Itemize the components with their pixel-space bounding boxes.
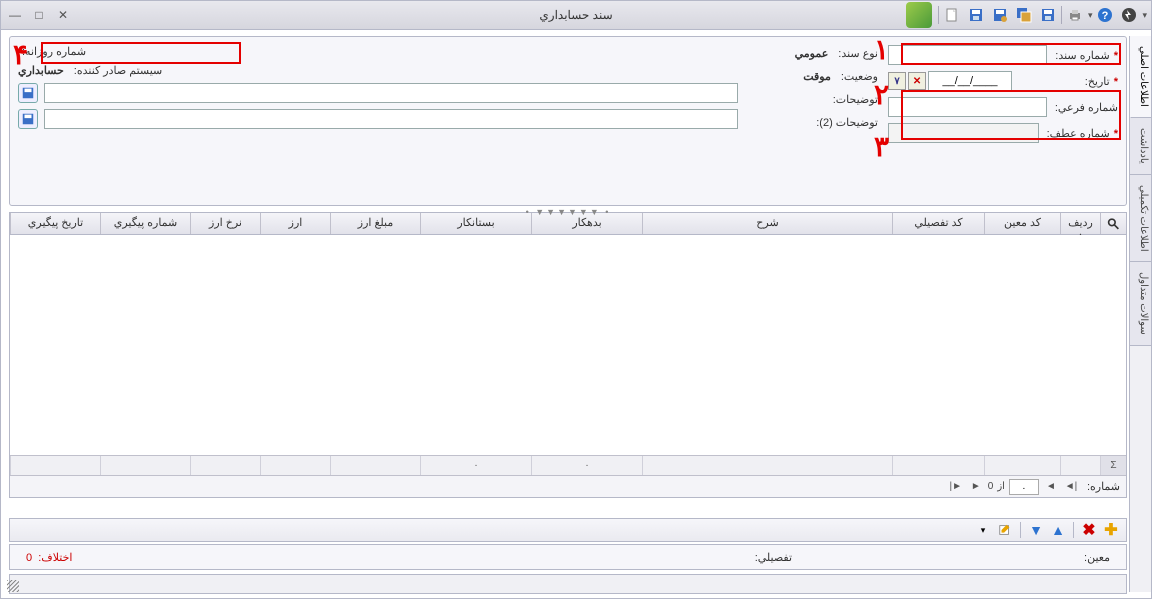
save-new-icon[interactable] — [989, 4, 1011, 26]
save-desc-icon[interactable] — [18, 83, 38, 103]
sub-number-input[interactable] — [888, 97, 1047, 117]
footer-bar — [9, 574, 1127, 594]
grip-icon[interactable]: • ▼▼▼▼▼▼ • — [526, 207, 611, 217]
nav-current-input[interactable] — [1009, 479, 1039, 495]
status-label: وضعيت: — [837, 70, 878, 83]
close-icon[interactable]: ✕ — [55, 7, 71, 23]
info-bar: معين: تفصيلي: اختلاف: 0 — [9, 544, 1127, 570]
clear-date-icon[interactable]: ✕ — [908, 72, 926, 90]
body: اطلاعات اصلي يادداشت اطلاعات تکميلي سوال… — [0, 30, 1152, 599]
tab-faq[interactable]: سوالات متداول — [1130, 262, 1151, 346]
col-moin[interactable]: کد معين — [984, 213, 1060, 234]
dropdown-tool-icon[interactable]: ▾ — [974, 521, 992, 539]
form-panel: شماره سند: تاريخ: ✕ ۷ شماره فرعي: — [9, 36, 1127, 206]
add-row-icon[interactable]: ✚ — [1102, 521, 1120, 539]
flash-icon[interactable] — [1118, 4, 1140, 26]
info-tafsili: تفصيلي: — [739, 551, 808, 564]
tab-note[interactable]: يادداشت — [1130, 118, 1151, 175]
grid-toolbar: ✚ ✖ ▲ ▼ ▾ — [9, 518, 1127, 542]
sigma-icon: Σ — [1100, 456, 1126, 475]
atf-number-label: شماره عطف: — [1043, 127, 1118, 140]
nav-az-label: از — [997, 481, 1005, 492]
nav-total: 0 — [988, 481, 994, 492]
desc2-input[interactable] — [44, 109, 738, 129]
move-up-icon[interactable]: ▲ — [1049, 521, 1067, 539]
daily-number-label: شماره روزانه: — [18, 45, 86, 58]
col-row[interactable]: رديف ▲ — [1060, 213, 1100, 234]
grid-navigator: شماره: |◄ ◄ از 0 ► ►| — [10, 475, 1126, 497]
col-bestankar[interactable]: بستانکار — [420, 213, 531, 234]
col-sharh[interactable]: شرح — [642, 213, 892, 234]
delete-row-icon[interactable]: ✖ — [1080, 521, 1098, 539]
app-logo — [906, 2, 932, 28]
sum-bedehkar: . — [531, 456, 642, 475]
resize-grip-icon[interactable] — [7, 580, 19, 592]
titlebar: ✕ □ — سند حسابداري ▾ ? ▾ — [0, 0, 1152, 30]
status-value: موقت — [803, 70, 831, 83]
move-down-icon[interactable]: ▼ — [1027, 521, 1045, 539]
help-icon[interactable]: ? — [1094, 4, 1116, 26]
annotation-number-4: ۴ — [13, 38, 28, 72]
sum-bestankar: . — [420, 456, 531, 475]
dropdown-arrow-icon[interactable]: ▾ — [1142, 10, 1147, 21]
edit-note-icon[interactable] — [996, 521, 1014, 539]
issuer-label: سيستم صادر کننده: — [70, 64, 162, 77]
desc-label: توضيحات: — [829, 94, 878, 106]
svg-text:?: ? — [1102, 10, 1109, 22]
window-title: سند حسابداري — [539, 8, 612, 22]
grid: • ▼▼▼▼▼▼ • رديف ▲ کد معين کد تفصيلي شرح … — [9, 212, 1127, 498]
nav-first-icon[interactable]: |◄ — [1063, 479, 1079, 495]
window: ✕ □ — سند حسابداري ▾ ? ▾ اطلاعات اصلي يا… — [0, 0, 1152, 599]
nav-next-icon[interactable]: ► — [968, 479, 984, 495]
doc-number-label: شماره سند: — [1051, 49, 1118, 62]
info-moin: معين: — [1068, 551, 1126, 564]
col-mablagh-arz[interactable]: مبلغ ارز — [330, 213, 420, 234]
date-input[interactable] — [928, 71, 1012, 91]
doc-type-label: نوع سند: — [834, 47, 878, 60]
col-tafsili[interactable]: کد تفصيلي — [892, 213, 984, 234]
maximize-icon[interactable]: □ — [31, 7, 47, 23]
desc2-label: توضيحات (2): — [812, 117, 878, 129]
save-as-icon[interactable] — [1037, 4, 1059, 26]
atf-number-input[interactable] — [888, 123, 1039, 143]
grid-summary: Σ . . — [10, 455, 1126, 475]
annotation-number-2: ۲ — [874, 78, 889, 112]
doc-number-input[interactable] — [888, 45, 1047, 65]
calendar-icon[interactable]: ۷ — [888, 72, 906, 90]
col-nerkh[interactable]: نرخ ارز — [190, 213, 260, 234]
doc-type-value: عمومي — [795, 47, 829, 60]
new-icon[interactable] — [941, 4, 963, 26]
annotation-number-1: ۱ — [874, 33, 889, 67]
save-desc2-icon[interactable] — [18, 109, 38, 129]
save-all-icon[interactable] — [1013, 4, 1035, 26]
col-t-peygiri[interactable]: تاريخ پيگيري — [10, 213, 100, 234]
search-column-icon[interactable] — [1100, 213, 1126, 234]
nav-prev-icon[interactable]: ◄ — [1043, 479, 1059, 495]
side-tabs: اطلاعات اصلي يادداشت اطلاعات تکميلي سوال… — [1129, 36, 1151, 592]
save-icon[interactable] — [965, 4, 987, 26]
col-arz[interactable]: ارز — [260, 213, 330, 234]
nav-last-icon[interactable]: ►| — [948, 479, 964, 495]
tab-main-info[interactable]: اطلاعات اصلي — [1130, 36, 1151, 118]
dropdown-arrow-icon[interactable]: ▾ — [1088, 10, 1093, 21]
annotation-number-3: ۳ — [874, 130, 889, 164]
desc-input[interactable] — [44, 83, 738, 103]
window-controls: ✕ □ — — [7, 7, 71, 23]
info-ekhtelaf: اختلاف: 0 — [10, 551, 88, 564]
date-label: تاريخ: — [1081, 75, 1118, 88]
toolbar: ▾ ? ▾ — [906, 2, 1147, 28]
minimize-icon[interactable]: — — [7, 7, 23, 23]
print-icon[interactable] — [1064, 4, 1086, 26]
tab-extra-info[interactable]: اطلاعات تکميلي — [1130, 175, 1151, 263]
sub-number-label: شماره فرعي: — [1051, 101, 1118, 114]
col-sh-peygiri[interactable]: شماره پيگيري — [100, 213, 190, 234]
grid-body[interactable] — [10, 235, 1126, 455]
nav-shomare-label: شماره: — [1083, 480, 1120, 493]
